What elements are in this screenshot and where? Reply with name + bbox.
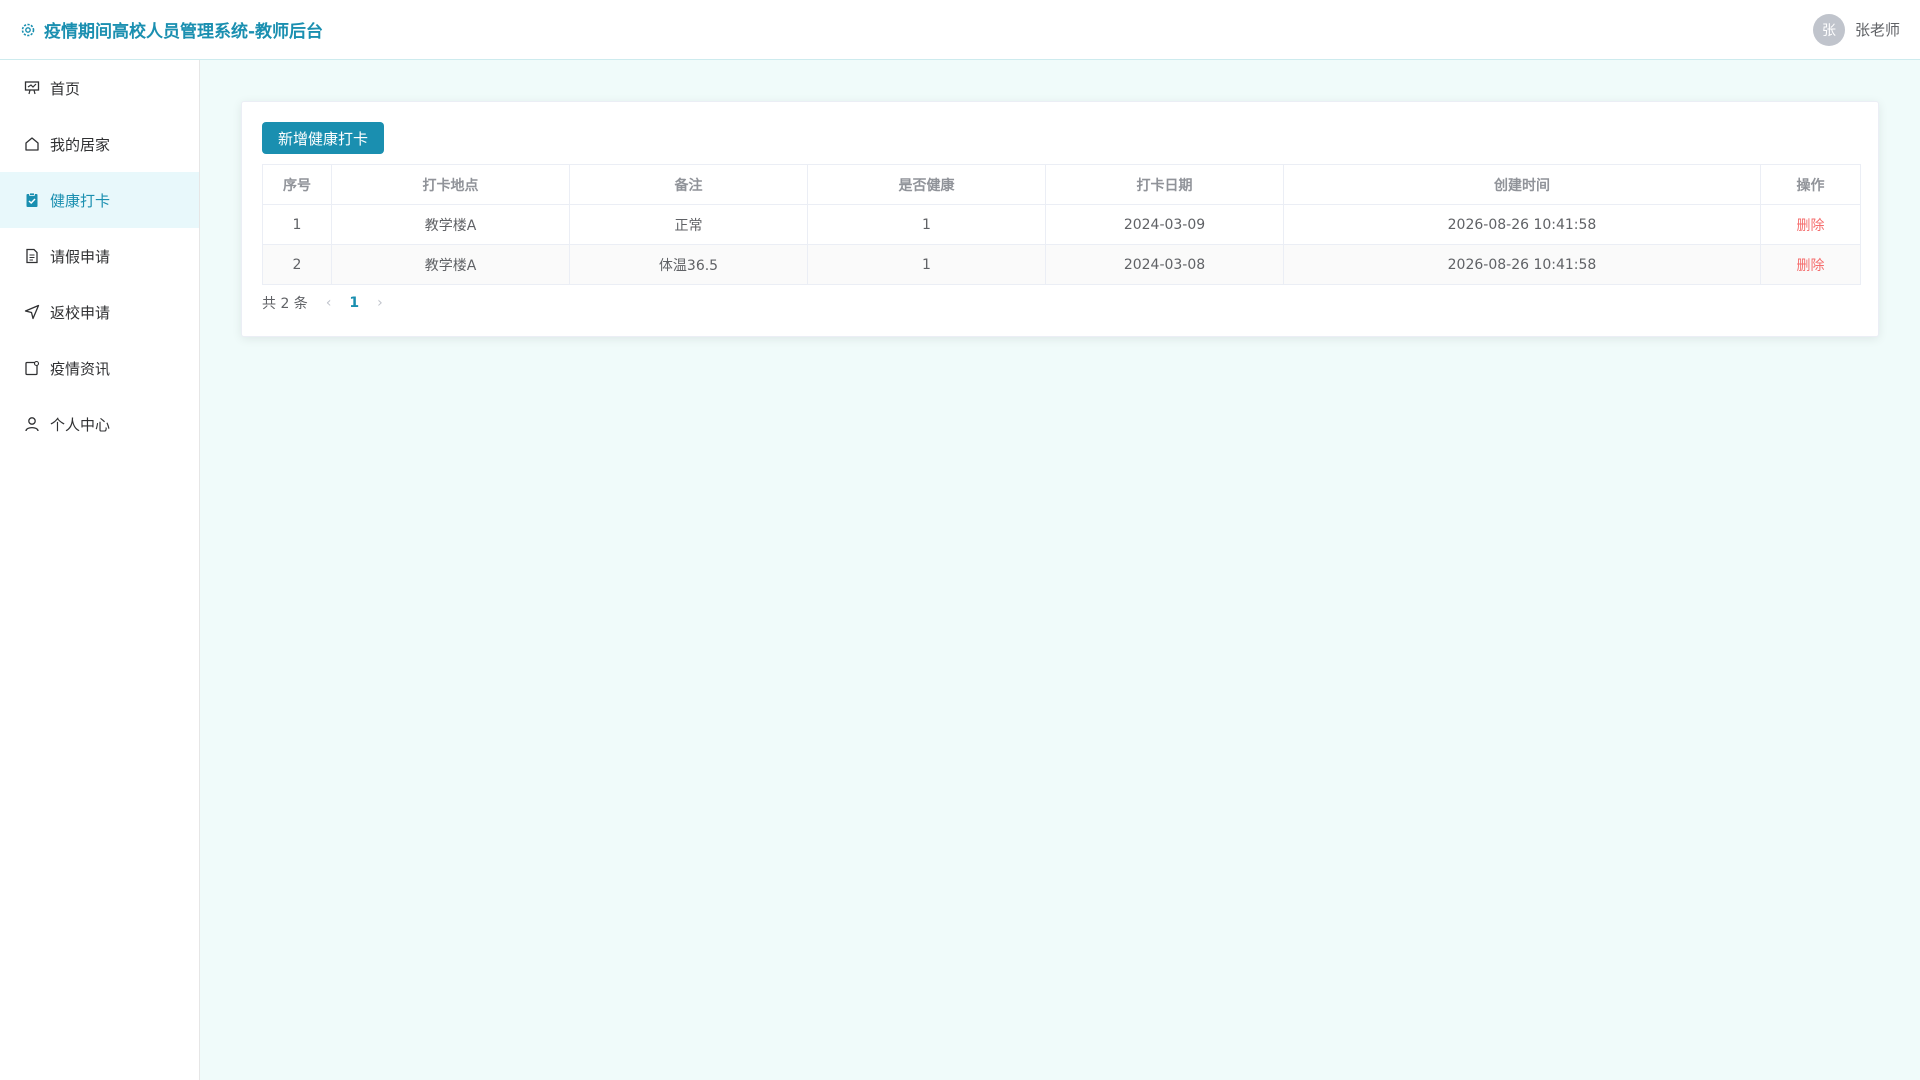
home-icon [24, 136, 40, 152]
cell-index: 2 [262, 244, 332, 285]
gear-icon [20, 22, 36, 38]
cell-checkin-date: 2024-03-09 [1045, 204, 1284, 245]
delete-button[interactable]: 删除 [1760, 204, 1861, 245]
sidebar-item-profile[interactable]: 个人中心 [0, 396, 199, 452]
page-number-button[interactable]: 1 [349, 295, 359, 311]
cell-remark: 正常 [569, 204, 808, 245]
sidebar-item-label: 健康打卡 [50, 191, 111, 210]
table-header-row: 序号 打卡地点 备注 是否健康 打卡日期 创建时间 操作 [262, 164, 1861, 205]
column-header: 打卡日期 [1045, 164, 1284, 205]
column-header: 操作 [1760, 164, 1861, 205]
sidebar-item-label: 我的居家 [50, 135, 111, 154]
send-icon [24, 304, 40, 320]
column-header: 打卡地点 [331, 164, 570, 205]
presentation-icon [24, 80, 40, 96]
delete-button[interactable]: 删除 [1760, 244, 1861, 285]
sidebar-item-label: 首页 [50, 79, 81, 98]
cell-created-time: 2026-08-26 10:41:58 [1283, 204, 1761, 245]
cell-healthy: 1 [807, 244, 1046, 285]
main-content: 新增健康打卡 序号 打卡地点 备注 是否健康 打卡日期 创建时间 操作 1 教学… [200, 60, 1920, 1080]
sidebar-item-label: 个人中心 [50, 415, 111, 434]
table-row: 1 教学楼A 正常 1 2024-03-09 2026-08-26 10:41:… [262, 204, 1861, 245]
checkin-card: 新增健康打卡 序号 打卡地点 备注 是否健康 打卡日期 创建时间 操作 1 教学… [241, 101, 1879, 337]
pagination-total: 共 2 条 [262, 296, 308, 312]
sidebar-item-home[interactable]: 首页 [0, 60, 199, 116]
sidebar-item-label: 疫情资讯 [50, 359, 111, 378]
sidebar-item-label: 请假申请 [50, 247, 111, 266]
sidebar-item-label: 返校申请 [50, 303, 111, 322]
cell-remark: 体温36.5 [569, 244, 808, 285]
cell-created-time: 2026-08-26 10:41:58 [1283, 244, 1761, 285]
document-icon [24, 248, 40, 264]
user-icon [24, 416, 40, 432]
prev-page-button[interactable]: ‹ [326, 295, 332, 311]
column-header: 序号 [262, 164, 332, 205]
pagination: 共 2 条 ‹ 1 › [262, 293, 1858, 313]
column-header: 创建时间 [1283, 164, 1761, 205]
news-icon [24, 360, 40, 376]
brand: 疫情期间高校人员管理系统-教师后台 [20, 17, 323, 42]
column-header: 是否健康 [807, 164, 1046, 205]
sidebar-item-return-request[interactable]: 返校申请 [0, 284, 199, 340]
sidebar-item-my-home[interactable]: 我的居家 [0, 116, 199, 172]
next-page-button[interactable]: › [377, 295, 383, 311]
cell-location: 教学楼A [331, 244, 570, 285]
table-row: 2 教学楼A 体温36.5 1 2024-03-08 2026-08-26 10… [262, 244, 1861, 285]
sidebar-item-epidemic-news[interactable]: 疫情资讯 [0, 340, 199, 396]
sidebar: 首页 我的居家 健康打卡 请假申请 返校申请 疫情资讯 个人中心 [0, 60, 200, 1080]
top-header: 疫情期间高校人员管理系统-教师后台 张 张老师 [0, 0, 1920, 60]
cell-healthy: 1 [807, 204, 1046, 245]
app-title: 疫情期间高校人员管理系统-教师后台 [44, 22, 324, 42]
user-name[interactable]: 张老师 [1855, 19, 1900, 40]
add-health-checkin-button[interactable]: 新增健康打卡 [262, 122, 385, 154]
column-header: 备注 [569, 164, 808, 205]
cell-checkin-date: 2024-03-08 [1045, 244, 1284, 285]
sidebar-item-health-checkin[interactable]: 健康打卡 [0, 172, 199, 228]
sidebar-item-leave-request[interactable]: 请假申请 [0, 228, 199, 284]
user-menu[interactable]: 张 张老师 [1812, 13, 1900, 46]
cell-location: 教学楼A [331, 204, 570, 245]
checkin-table: 序号 打卡地点 备注 是否健康 打卡日期 创建时间 操作 1 教学楼A 正常 1… [262, 164, 1861, 285]
clipboard-check-icon [24, 192, 40, 208]
avatar[interactable]: 张 [1812, 13, 1845, 46]
cell-index: 1 [262, 204, 332, 245]
